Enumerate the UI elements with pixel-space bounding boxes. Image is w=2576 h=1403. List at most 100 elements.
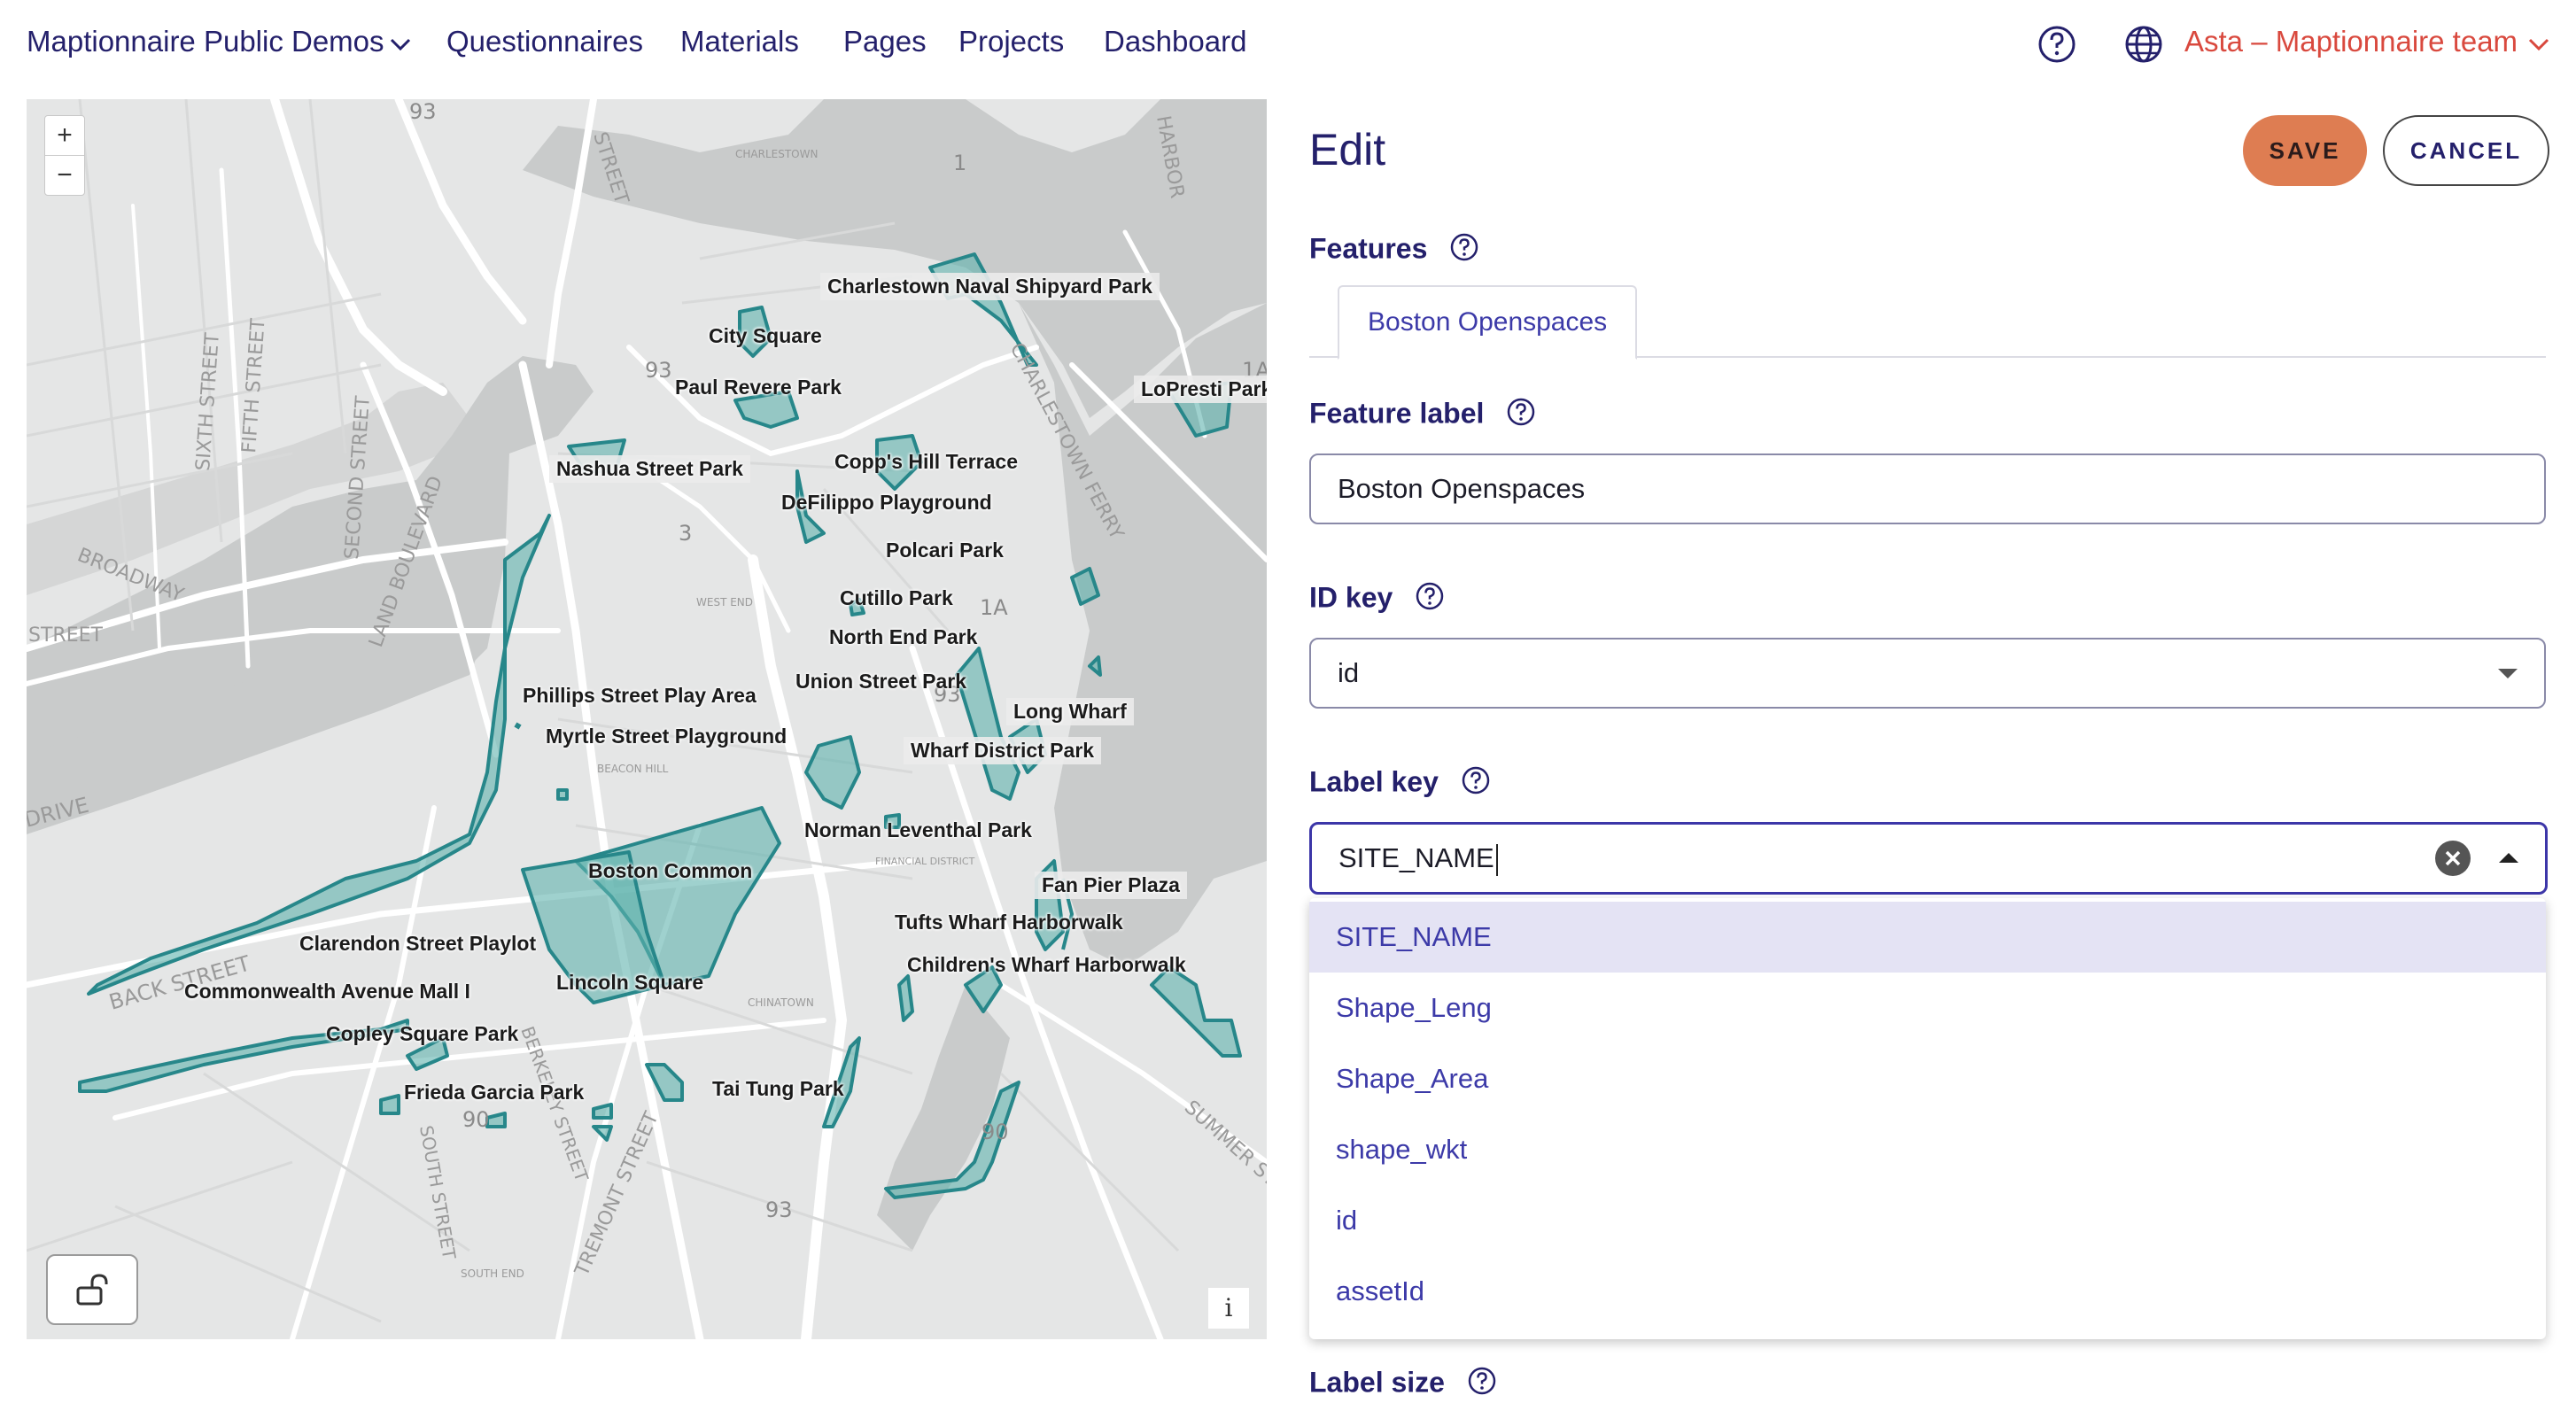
- nav-materials[interactable]: Materials: [680, 25, 799, 58]
- nav-pages[interactable]: Pages: [843, 25, 927, 58]
- id-key-heading: ID key: [1309, 581, 1445, 618]
- option-shape-wkt[interactable]: shape_wkt: [1309, 1114, 2546, 1185]
- park-label: Tufts Wharf Harborwalk: [895, 911, 1123, 934]
- road-number: 93: [765, 1198, 793, 1222]
- chevron-down-icon[interactable]: [2528, 37, 2549, 51]
- cancel-button[interactable]: CANCEL: [2383, 115, 2549, 186]
- map-canvas[interactable]: 93 1 93 3 1A 93 90 90 93 1A CHARLESTOWN …: [27, 99, 1267, 1339]
- label-key-input[interactable]: SITE_NAME: [1338, 825, 1498, 892]
- unlock-icon: [76, 1274, 108, 1306]
- nav-questionnaires[interactable]: Questionnaires: [446, 25, 643, 58]
- road-number: 90: [982, 1120, 1009, 1144]
- road-number: 90: [462, 1107, 490, 1132]
- dropdown-arrow-up-icon[interactable]: [2499, 853, 2518, 863]
- option-shape-leng[interactable]: Shape_Leng: [1309, 973, 2546, 1043]
- street-name: FIFTH STREET: [238, 317, 270, 453]
- help-icon[interactable]: [1415, 581, 1445, 618]
- street-name: SOUTH STREET: [415, 1124, 460, 1262]
- globe-icon[interactable]: [2122, 23, 2165, 66]
- street-name: CHINATOWN: [748, 996, 814, 1009]
- nav-projects[interactable]: Projects: [958, 25, 1064, 58]
- zoom-in-button[interactable]: +: [45, 116, 84, 156]
- street-name: SIXTH STREET: [192, 331, 224, 471]
- option-id[interactable]: id: [1309, 1185, 2546, 1256]
- park-label: Myrtle Street Playground: [546, 725, 788, 748]
- park-label: Copley Square Park: [326, 1022, 519, 1045]
- option-site-name[interactable]: SITE_NAME: [1309, 902, 2546, 973]
- road-number: 3: [679, 521, 692, 546]
- park-label: Tai Tung Park: [712, 1077, 844, 1100]
- label-key-combobox[interactable]: SITE_NAME: [1309, 822, 2548, 895]
- road-number: 1A: [980, 595, 1008, 620]
- map-lock-button[interactable]: [46, 1254, 138, 1325]
- street-name: CHARLESTOWN: [735, 148, 818, 160]
- label-key-options: SITE_NAME Shape_Leng Shape_Area shape_wk…: [1309, 898, 2546, 1339]
- features-heading: Features: [1309, 232, 1479, 269]
- feature-tabs: Boston Openspaces: [1309, 285, 2546, 360]
- street-name: FINANCIAL DISTRICT: [875, 856, 975, 867]
- zoom-control: + −: [44, 115, 85, 196]
- street-name: WEST END: [696, 596, 753, 608]
- id-key-label: ID key: [1309, 581, 1393, 614]
- park-label: Charlestown Naval Shipyard Park: [820, 273, 1160, 300]
- park-label: Paul Revere Park: [675, 376, 842, 399]
- edit-panel: Edit SAVE CANCEL Features Boston Openspa…: [1309, 99, 2549, 1398]
- road-number: 93: [409, 99, 437, 124]
- save-button[interactable]: SAVE: [2243, 115, 2367, 186]
- dropdown-arrow-icon: [2498, 669, 2518, 678]
- feature-label-label: Feature label: [1309, 397, 1485, 430]
- street-name: SOUTH END: [461, 1267, 524, 1280]
- option-asset-id[interactable]: assetId: [1309, 1256, 2546, 1327]
- project-switcher-label: Maptionnaire Public Demos: [27, 25, 384, 58]
- street-name: STREET: [28, 624, 103, 647]
- user-name: Asta – Maptionnaire team: [2184, 25, 2518, 58]
- street-name: BEACON HILL: [597, 763, 669, 775]
- park-label: City Square: [709, 324, 822, 347]
- street-name: SUMMER STREET: [1180, 1097, 1267, 1225]
- park-label: North End Park: [829, 625, 978, 648]
- features-label: Features: [1309, 232, 1428, 265]
- park-label: Fan Pier Plaza: [1035, 872, 1187, 899]
- user-menu[interactable]: Asta – Maptionnaire team: [2184, 25, 2518, 58]
- label-key-label: Label key: [1309, 765, 1439, 798]
- zoom-out-button[interactable]: −: [45, 156, 84, 195]
- label-size-label: Label size: [1309, 1366, 1445, 1399]
- park-label: Phillips Street Play Area: [523, 684, 757, 707]
- feature-label-input[interactable]: Boston Openspaces: [1309, 453, 2546, 524]
- nav-dashboard[interactable]: Dashboard: [1104, 25, 1246, 58]
- road-number: 1: [953, 151, 966, 175]
- park-label: Clarendon Street Playlot: [299, 932, 537, 955]
- option-shape-area[interactable]: Shape_Area: [1309, 1043, 2546, 1114]
- park-label: Nashua Street Park: [549, 455, 750, 483]
- top-navigation: Maptionnaire Public Demos Questionnaires…: [0, 0, 2576, 92]
- park-label: Union Street Park: [795, 670, 966, 693]
- park-label: Long Wharf: [1006, 698, 1134, 725]
- chevron-down-icon[interactable]: [390, 37, 411, 51]
- park-label: Commonwealth Avenue Mall I: [184, 980, 470, 1003]
- id-key-value: id: [1338, 657, 1360, 688]
- park-label: Frieda Garcia Park: [404, 1081, 585, 1104]
- park-label: Children's Wharf Harborwalk: [907, 953, 1186, 976]
- clear-icon[interactable]: [2435, 841, 2471, 876]
- park-label: LoPresti Park: [1134, 376, 1267, 403]
- park-label: Copp's Hill Terrace: [834, 450, 1018, 473]
- page-title: Edit: [1309, 125, 1386, 174]
- park-label: Boston Common: [588, 859, 753, 882]
- tab-boston-openspaces[interactable]: Boston Openspaces: [1338, 285, 1638, 360]
- park-label: Norman Leventhal Park: [804, 818, 1032, 841]
- id-key-select[interactable]: id: [1309, 638, 2546, 709]
- help-icon[interactable]: [1449, 232, 1479, 269]
- park-label: DeFilippo Playground: [781, 491, 992, 514]
- road-number: 93: [645, 358, 672, 383]
- help-icon[interactable]: [1467, 1366, 1497, 1403]
- label-key-value: SITE_NAME: [1338, 842, 1494, 873]
- help-icon[interactable]: [2036, 23, 2078, 66]
- feature-label-value: Boston Openspaces: [1338, 473, 1586, 504]
- map-attribution-button[interactable]: i: [1208, 1288, 1249, 1329]
- help-icon[interactable]: [1461, 765, 1491, 802]
- park-label: Polcari Park: [886, 539, 1004, 562]
- text-caret: [1495, 843, 1498, 876]
- label-key-heading: Label key: [1309, 765, 1491, 802]
- help-icon[interactable]: [1506, 397, 1536, 434]
- project-switcher[interactable]: Maptionnaire Public Demos: [27, 25, 384, 58]
